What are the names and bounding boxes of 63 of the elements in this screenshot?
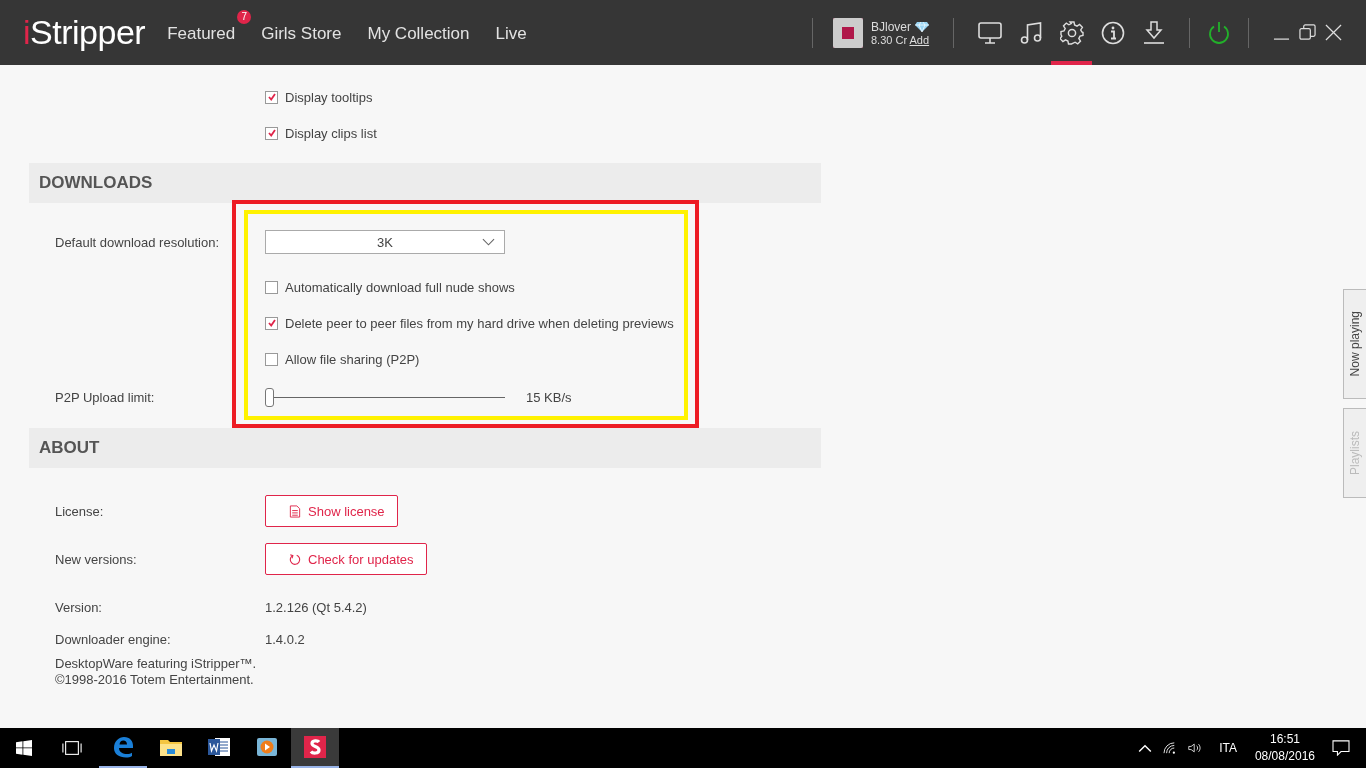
monitor-icon	[977, 20, 1002, 45]
speaker-icon[interactable]	[1188, 742, 1203, 754]
restore-button[interactable]	[1299, 24, 1316, 41]
avatar-image	[833, 17, 863, 48]
outline-button[interactable]: Check for updates	[265, 543, 427, 575]
document-app-icon	[207, 735, 231, 759]
field-label: Version:	[55, 599, 103, 615]
input-language[interactable]: ITA	[1219, 741, 1237, 755]
field-label: Default download resolution:	[55, 234, 221, 250]
clock-date[interactable]: 08/08/2016	[1254, 748, 1315, 765]
slider-thumb[interactable]	[265, 387, 274, 407]
field-label: License:	[55, 503, 105, 519]
close-button[interactable]	[1325, 24, 1342, 41]
count-badge: 7	[237, 9, 252, 24]
nav-link[interactable]: Girls Store	[261, 23, 342, 44]
nav-link[interactable]: Live	[495, 23, 527, 44]
section-header: DOWNLOADS	[29, 163, 821, 203]
field-label: New versions:	[55, 551, 138, 567]
outline-button[interactable]: Show license	[265, 495, 398, 527]
app-icon	[303, 735, 327, 759]
taskbar-app[interactable]	[291, 728, 339, 768]
refresh-icon	[289, 552, 301, 566]
nav-link[interactable]: My Collection	[367, 23, 470, 44]
settings-icon	[1059, 20, 1084, 45]
slider-value: 15 KB/s	[526, 389, 572, 405]
field-value: 1.2.126 (Qt 5.4.2)	[265, 599, 367, 615]
field-value: 1.4.0.2	[265, 631, 305, 647]
browser-icon	[111, 735, 135, 759]
username: BJlover	[871, 19, 911, 34]
checkbox-label: Automatically download full nude shows	[285, 279, 515, 295]
app-logo: iStripper	[23, 13, 146, 52]
checkbox-label: Display clips list	[285, 125, 377, 141]
copyright-text: DesktopWare featuring iStripper™.	[55, 656, 258, 672]
resolution-dropdown[interactable]: 3K	[265, 230, 505, 254]
checkbox-label: Allow file sharing (P2P)	[285, 351, 420, 367]
wifi-icon[interactable]	[1163, 742, 1178, 754]
checkbox[interactable]	[265, 90, 278, 104]
section-header: ABOUT	[29, 428, 821, 468]
checkbox[interactable]	[265, 126, 278, 140]
checkbox-label: Display tooltips	[285, 89, 373, 105]
media-player-icon	[255, 735, 279, 759]
checkbox[interactable]	[265, 316, 278, 330]
windows-start-icon[interactable]	[16, 740, 32, 756]
checkbox-label: Delete peer to peer files from my hard drive when deleting previews	[285, 315, 674, 331]
chevron-down-icon	[482, 238, 495, 246]
copyright-text: ©1998-2016 Totem Entertainment.	[55, 672, 255, 688]
field-label: Downloader engine:	[55, 631, 172, 647]
notification-icon[interactable]	[1332, 740, 1350, 756]
diamond-icon	[914, 21, 930, 32]
checkbox[interactable]	[265, 280, 278, 294]
info-icon	[1100, 20, 1125, 45]
checkbox[interactable]	[265, 352, 278, 366]
document-icon	[289, 504, 301, 518]
download-icon	[1141, 20, 1166, 45]
power-button[interactable]	[1207, 20, 1231, 45]
task-view-icon[interactable]	[62, 740, 82, 756]
clock-time[interactable]: 16:51	[1269, 731, 1300, 748]
add-link[interactable]: Add	[909, 33, 930, 46]
side-tab[interactable]: Now playing	[1343, 289, 1366, 399]
music-icon	[1018, 20, 1043, 45]
chevron-up-icon[interactable]	[1138, 742, 1153, 754]
credits: 8.30 Cr	[871, 33, 908, 46]
field-label: P2P Upload limit:	[55, 389, 156, 405]
